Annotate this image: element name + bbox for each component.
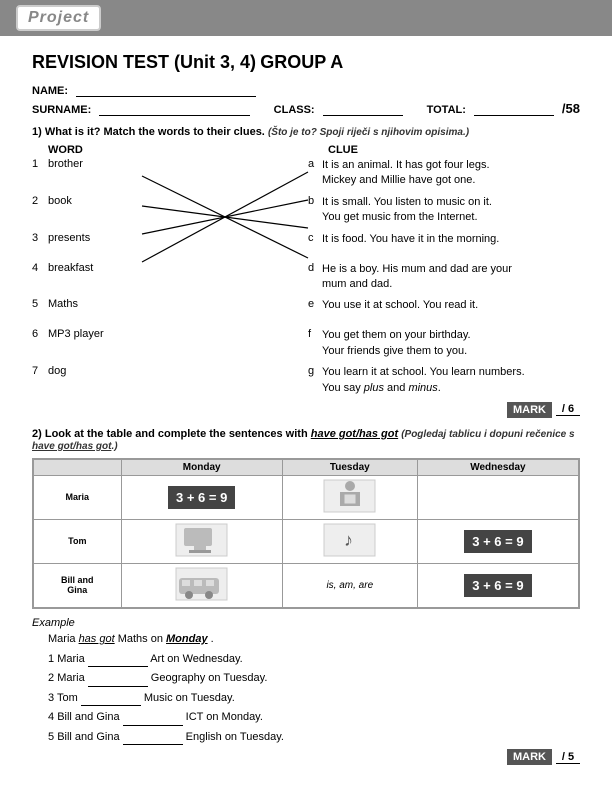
example-sentence: Maria has got Maths on Monday . bbox=[32, 633, 580, 645]
match-row: 2 book b It is small. You listen to musi… bbox=[32, 195, 580, 226]
match-row: 4 breakfast d He is a boy. His mum and d… bbox=[32, 262, 580, 293]
name-field[interactable] bbox=[76, 83, 256, 97]
schedule-table: Monday Tuesday Wednesday Maria 3 + 6 = 9 bbox=[32, 458, 580, 609]
q2-number: 2) bbox=[32, 428, 42, 440]
cell-billandgina-tuesday: is, am, are bbox=[282, 563, 417, 607]
match-header: WORD CLUE bbox=[32, 144, 580, 156]
table-row: Bill andGina bbox=[34, 563, 579, 607]
table-header-wednesday: Wednesday bbox=[417, 459, 578, 475]
question-1: 1) What is it? Match the words to their … bbox=[32, 126, 580, 418]
cell-billandgina-wednesday: 3 + 6 = 9 bbox=[417, 563, 578, 607]
table-header-tuesday: Tuesday bbox=[282, 459, 417, 475]
blank-4[interactable] bbox=[123, 713, 183, 726]
list-item: Maria Art on Wednesday. bbox=[48, 651, 580, 668]
match-row: 6 MP3 player f You get them on your birt… bbox=[32, 328, 580, 359]
match-table: WORD CLUE 1 brother a It is an animal. I… bbox=[32, 144, 580, 396]
surname-field[interactable] bbox=[99, 102, 249, 116]
q1-mark-row: MARK / 6 bbox=[32, 402, 580, 418]
blank-2[interactable] bbox=[88, 674, 148, 687]
q2-mark-score: / 5 bbox=[556, 751, 580, 764]
header-bar: Project bbox=[0, 0, 612, 36]
q1-number: 1) bbox=[32, 126, 42, 138]
table-header-monday: Monday bbox=[121, 459, 282, 475]
total-label: TOTAL: bbox=[427, 104, 466, 116]
maths-word: Maths bbox=[48, 298, 148, 310]
class-label: CLASS: bbox=[274, 104, 315, 116]
total-score: /58 bbox=[562, 101, 580, 116]
cell-maria-wednesday bbox=[417, 475, 578, 519]
surname-line: SURNAME: CLASS: TOTAL: /58 bbox=[32, 101, 580, 116]
q2-mark-row: MARK / 5 bbox=[32, 749, 580, 765]
list-item: Tom Music on Tuesday. bbox=[48, 690, 580, 707]
clue-header: CLUE bbox=[328, 144, 358, 156]
q1-mark-score: / 6 bbox=[556, 403, 580, 416]
mark-label: MARK bbox=[507, 749, 552, 765]
list-item: Bill and Gina ICT on Monday. bbox=[48, 709, 580, 726]
example-label: Example bbox=[32, 617, 580, 629]
list-item: Maria Geography on Tuesday. bbox=[48, 670, 580, 687]
q1-instruction: What is it? Match the words to their clu… bbox=[45, 126, 265, 138]
list-item: Bill and Gina English on Tuesday. bbox=[48, 729, 580, 746]
cell-maria-tuesday bbox=[282, 475, 417, 519]
table-header-person bbox=[34, 459, 122, 475]
match-row: 1 brother a It is an animal. It has got … bbox=[32, 158, 580, 189]
q1-instruction-native: (Što je to? Spoji riječi s njihovim opis… bbox=[268, 127, 469, 138]
name-label: NAME: bbox=[32, 85, 68, 97]
project-logo: Project bbox=[16, 5, 101, 31]
q2-instruction: Look at the table and complete the sente… bbox=[45, 428, 311, 440]
match-row: 3 presents c It is food. You have it in … bbox=[32, 232, 580, 256]
blank-1[interactable] bbox=[88, 654, 148, 667]
svg-text:♪: ♪ bbox=[344, 530, 353, 550]
match-row: 7 dog g You learn it at school. You lear… bbox=[32, 365, 580, 396]
blank-5[interactable] bbox=[123, 732, 183, 745]
q2-have-got: have got/has got bbox=[311, 428, 398, 440]
table-row: Maria 3 + 6 = 9 bbox=[34, 475, 579, 519]
cell-tom-wednesday: 3 + 6 = 9 bbox=[417, 519, 578, 563]
cell-maria-monday: 3 + 6 = 9 bbox=[121, 475, 282, 519]
cell-billandgina-monday bbox=[121, 563, 282, 607]
cell-tom-tuesday: ♪ bbox=[282, 519, 417, 563]
surname-label: SURNAME: bbox=[32, 104, 91, 116]
question-2: 2) Look at the table and complete the se… bbox=[32, 428, 580, 766]
person-tom: Tom bbox=[34, 519, 122, 563]
match-row: 5 Maths e You use it at school. You read… bbox=[32, 298, 580, 322]
person-billandgina: Bill andGina bbox=[34, 563, 122, 607]
table-row: Tom bbox=[34, 519, 579, 563]
total-field bbox=[474, 102, 554, 116]
word-header: WORD bbox=[48, 144, 168, 156]
class-field[interactable] bbox=[323, 102, 403, 116]
test-title: REVISION TEST (Unit 3, 4) GROUP A bbox=[32, 52, 580, 73]
mark-label: MARK bbox=[507, 402, 552, 418]
sentence-list: Maria Art on Wednesday. Maria Geography … bbox=[48, 651, 580, 746]
name-line: NAME: bbox=[32, 83, 580, 97]
cell-tom-monday bbox=[121, 519, 282, 563]
blank-3[interactable] bbox=[81, 693, 141, 706]
person-maria: Maria bbox=[34, 475, 122, 519]
